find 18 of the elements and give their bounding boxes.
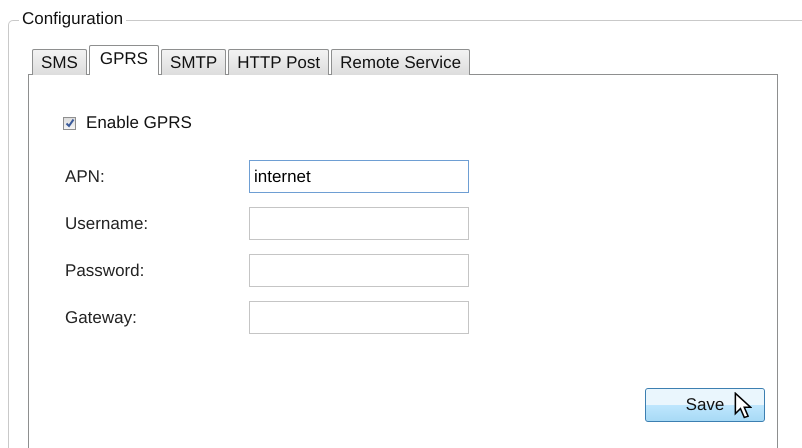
tab[interactable]: SMS bbox=[32, 49, 87, 75]
tab[interactable]: HTTP Post bbox=[228, 49, 330, 75]
tab[interactable]: SMTP bbox=[161, 49, 226, 75]
field-label: Gateway: bbox=[65, 308, 138, 328]
input-field[interactable]: internet bbox=[249, 160, 469, 193]
cursor-icon bbox=[734, 392, 752, 420]
input-field[interactable] bbox=[249, 301, 469, 334]
field-label: Password: bbox=[65, 260, 146, 280]
tab[interactable]: GPRS bbox=[88, 45, 160, 75]
tab[interactable]: Remote Service bbox=[331, 49, 470, 75]
input-field[interactable] bbox=[249, 254, 469, 287]
checkbox[interactable] bbox=[63, 116, 76, 130]
group-title: Configuration bbox=[19, 9, 126, 29]
checkbox-label: Enable GPRS bbox=[86, 113, 192, 133]
save-button[interactable]: Save bbox=[645, 388, 765, 422]
field-label: APN: bbox=[65, 166, 106, 186]
field-label: Username: bbox=[65, 214, 150, 234]
input-field[interactable] bbox=[249, 207, 469, 240]
